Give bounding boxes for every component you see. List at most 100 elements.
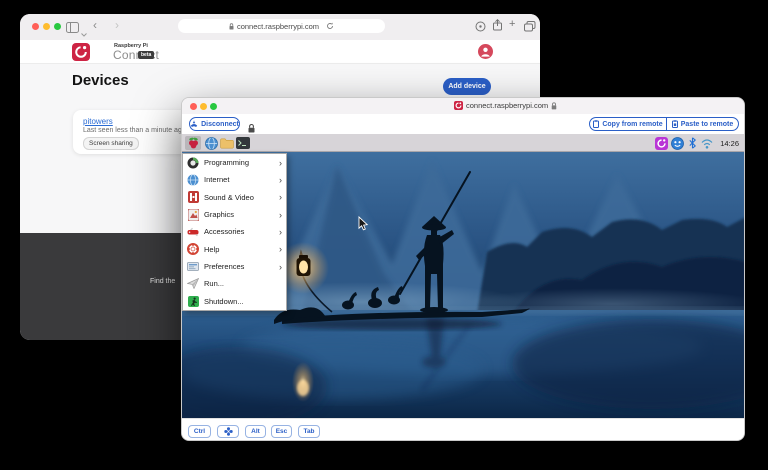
maximize-window-button[interactable] <box>54 23 61 30</box>
menu-item-label: Preferences <box>204 262 274 271</box>
submenu-arrow-icon: › <box>279 159 282 167</box>
close-window-button[interactable] <box>32 23 39 30</box>
internet-icon <box>187 174 199 186</box>
new-tab-icon[interactable]: + <box>509 18 515 30</box>
remote-title-url: connect.raspberrypi.com <box>466 101 548 110</box>
forward-button[interactable]: › <box>115 18 119 32</box>
folder-icon <box>220 138 234 149</box>
clipboard-controls: Copy from remote Paste to remote <box>589 117 739 131</box>
submenu-arrow-icon: › <box>279 228 282 236</box>
wifi-icon[interactable] <box>700 136 713 150</box>
menu-item-label: Internet <box>204 175 274 184</box>
disconnect-label: Disconnect <box>201 121 239 128</box>
menu-item-label: Graphics <box>204 210 274 219</box>
screen-share-indicator-icon[interactable] <box>671 136 684 150</box>
screen-sharing-badge[interactable]: Screen sharing <box>83 137 139 150</box>
raspberry-pi-connect-logo <box>72 43 90 66</box>
tabs-overview-icon[interactable] <box>524 19 536 37</box>
mouse-cursor <box>358 216 369 237</box>
menu-item-programming[interactable]: Programming › <box>183 154 286 171</box>
close-window-button[interactable] <box>190 103 197 110</box>
page-options-icon[interactable] <box>475 19 486 37</box>
device-last-seen: Last seen less than a minute ago <box>83 127 186 134</box>
share-icon[interactable] <box>492 18 503 36</box>
submenu-arrow-icon: › <box>279 263 282 271</box>
lock-icon <box>229 23 234 30</box>
copy-from-remote-button[interactable]: Copy from remote <box>589 117 666 131</box>
sound-video-icon <box>187 191 199 203</box>
menu-item-shutdown[interactable]: Shutdown... <box>183 293 286 310</box>
maximize-window-button[interactable] <box>210 103 217 110</box>
menu-item-preferences[interactable]: Preferences › <box>183 258 286 275</box>
menu-item-label: Shutdown... <box>204 297 277 306</box>
paste-to-remote-label: Paste to remote <box>681 121 734 128</box>
applications-menu: Programming › Internet › Sound & Video ›… <box>182 153 287 311</box>
back-button[interactable]: ‹ <box>93 18 97 32</box>
bluetooth-icon[interactable] <box>688 136 696 150</box>
menu-item-label: Run... <box>204 279 277 288</box>
lock-icon <box>551 102 557 110</box>
graphics-icon <box>187 209 199 221</box>
avatar[interactable] <box>478 44 493 64</box>
menu-item-sound-video[interactable]: Sound & Video › <box>183 189 286 206</box>
disconnect-button[interactable]: Disconnect <box>189 117 240 131</box>
copy-from-remote-label: Copy from remote <box>602 121 662 128</box>
esc-key-button[interactable]: Esc <box>271 425 292 438</box>
applications-menu-button[interactable] <box>185 136 201 150</box>
menu-item-run[interactable]: Run... <box>183 275 286 292</box>
submenu-arrow-icon: › <box>279 176 282 184</box>
meta-key-icon <box>224 427 233 436</box>
preferences-icon <box>187 261 199 273</box>
paste-to-remote-button[interactable]: Paste to remote <box>666 117 739 131</box>
raspberry-menu-icon <box>188 137 199 149</box>
web-browser-launcher[interactable] <box>204 136 218 150</box>
paste-clipboard-icon <box>672 120 678 128</box>
remote-title: connect.raspberrypi.com <box>454 101 557 110</box>
menu-item-help[interactable]: Help › <box>183 241 286 258</box>
connect-favicon <box>454 101 463 110</box>
menu-item-label: Help <box>204 245 274 254</box>
accessories-icon <box>187 226 199 238</box>
add-device-button[interactable]: Add device <box>443 78 491 95</box>
device-name-link[interactable]: pitowers <box>83 117 113 126</box>
remote-keybar: Ctrl Alt Esc Tab <box>182 418 744 441</box>
connect-site-header: Raspberry Pi Connect beta <box>20 40 540 64</box>
minimize-window-button[interactable] <box>200 103 207 110</box>
terminal-launcher[interactable] <box>236 136 250 150</box>
submenu-arrow-icon: › <box>279 245 282 253</box>
page-title: Devices <box>72 72 129 89</box>
footer-text: Find the <box>150 278 175 285</box>
run-icon <box>187 278 199 290</box>
menu-item-accessories[interactable]: Accessories › <box>183 223 286 240</box>
globe-icon <box>205 137 218 150</box>
meta-key-button[interactable] <box>217 425 239 438</box>
screenshot-stage: ‹ › connect.raspberrypi.com + Raspberry <box>0 0 768 470</box>
remote-titlebar[interactable]: connect.raspberrypi.com <box>182 98 744 115</box>
alt-key-button[interactable]: Alt <box>245 425 266 438</box>
clock[interactable]: 14:26 <box>720 139 739 148</box>
url-bar[interactable]: connect.raspberrypi.com <box>178 19 385 33</box>
file-manager-launcher[interactable] <box>220 136 234 150</box>
menu-item-label: Programming <box>204 158 274 167</box>
browser-titlebar[interactable]: ‹ › connect.raspberrypi.com + <box>20 14 540 41</box>
submenu-arrow-icon: › <box>279 211 282 219</box>
submenu-arrow-icon: › <box>279 193 282 201</box>
tab-key-button[interactable]: Tab <box>298 425 320 438</box>
menu-item-graphics[interactable]: Graphics › <box>183 206 286 223</box>
reload-icon[interactable] <box>326 22 334 30</box>
menu-item-internet[interactable]: Internet › <box>183 171 286 188</box>
pi-taskbar: 14:26 <box>182 134 744 152</box>
programming-icon <box>187 157 199 169</box>
shutdown-icon <box>187 295 199 307</box>
connect-tray-icon[interactable] <box>655 136 668 150</box>
copy-clipboard-icon <box>593 120 599 128</box>
remote-toolbar: Disconnect Copy from remote Paste to rem… <box>182 114 744 135</box>
menu-item-label: Sound & Video <box>204 193 274 202</box>
beta-badge: beta <box>138 51 154 59</box>
sidebar-icon[interactable] <box>66 20 79 38</box>
help-icon <box>187 243 199 255</box>
phone-icon <box>190 120 198 128</box>
ctrl-key-button[interactable]: Ctrl <box>188 425 211 438</box>
terminal-icon <box>236 137 250 149</box>
minimize-window-button[interactable] <box>43 23 50 30</box>
